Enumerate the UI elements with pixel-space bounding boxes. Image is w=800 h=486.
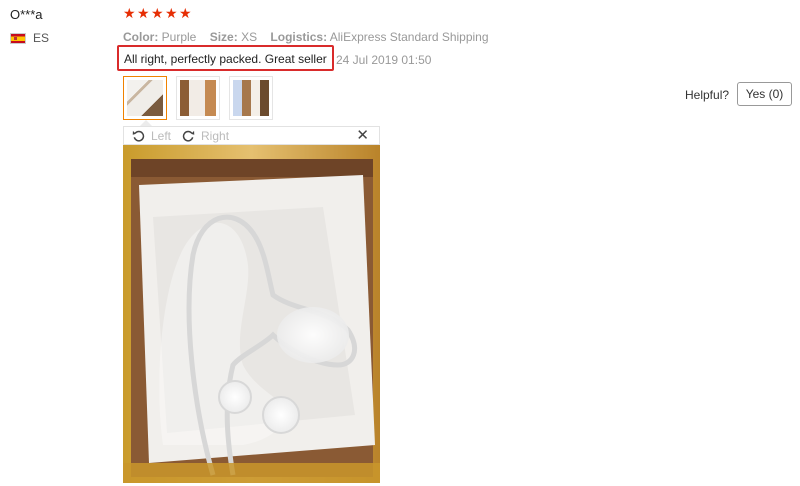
star-icon: ★ xyxy=(123,5,136,21)
rotate-right-icon xyxy=(182,130,195,142)
review-thumbnails xyxy=(123,76,273,120)
star-icon: ★ xyxy=(137,5,150,21)
viewer-toolbar: Left Right ✕ xyxy=(123,126,380,145)
star-icon: ★ xyxy=(151,5,164,21)
review-date: 24 Jul 2019 01:50 xyxy=(336,53,432,67)
rotate-left-label: Left xyxy=(151,128,172,143)
spain-flag-icon xyxy=(10,32,26,44)
star-icon: ★ xyxy=(179,5,192,21)
review-text: All right, perfectly packed. Great selle… xyxy=(117,45,334,71)
thumbnail-1[interactable] xyxy=(123,76,167,120)
helpful-label: Helpful? xyxy=(685,88,730,102)
helpful-yes-button[interactable]: Yes (0) xyxy=(737,82,792,106)
reviewer-name: O***a xyxy=(10,7,43,22)
thumbnail-image xyxy=(180,80,216,116)
star-icon: ★ xyxy=(165,5,178,21)
rotate-right-label: Right xyxy=(201,128,230,143)
order-properties: Color: Purple Size: XS Logistics: AliExp… xyxy=(123,30,499,44)
review-photo xyxy=(123,145,380,483)
close-icon[interactable]: ✕ xyxy=(356,127,369,145)
property-size: Size: XS xyxy=(209,30,258,44)
image-viewer: Left Right ✕ xyxy=(123,126,380,483)
rotate-left-icon xyxy=(132,130,145,142)
thumbnail-image xyxy=(233,80,269,116)
country-code: ES xyxy=(33,31,50,45)
rotate-left-button[interactable]: Left xyxy=(132,129,171,143)
star-rating: ★ ★ ★ ★ ★ xyxy=(123,5,192,21)
thumbnail-image xyxy=(127,80,163,116)
reviewer-country: ES xyxy=(10,31,49,45)
thumbnail-2[interactable] xyxy=(176,76,220,120)
rotate-right-button[interactable]: Right xyxy=(182,129,229,143)
property-color: Color: Purple xyxy=(123,30,197,44)
property-logistics: Logistics: AliExpress Standard Shipping xyxy=(270,30,489,44)
thumbnail-3[interactable] xyxy=(229,76,273,120)
